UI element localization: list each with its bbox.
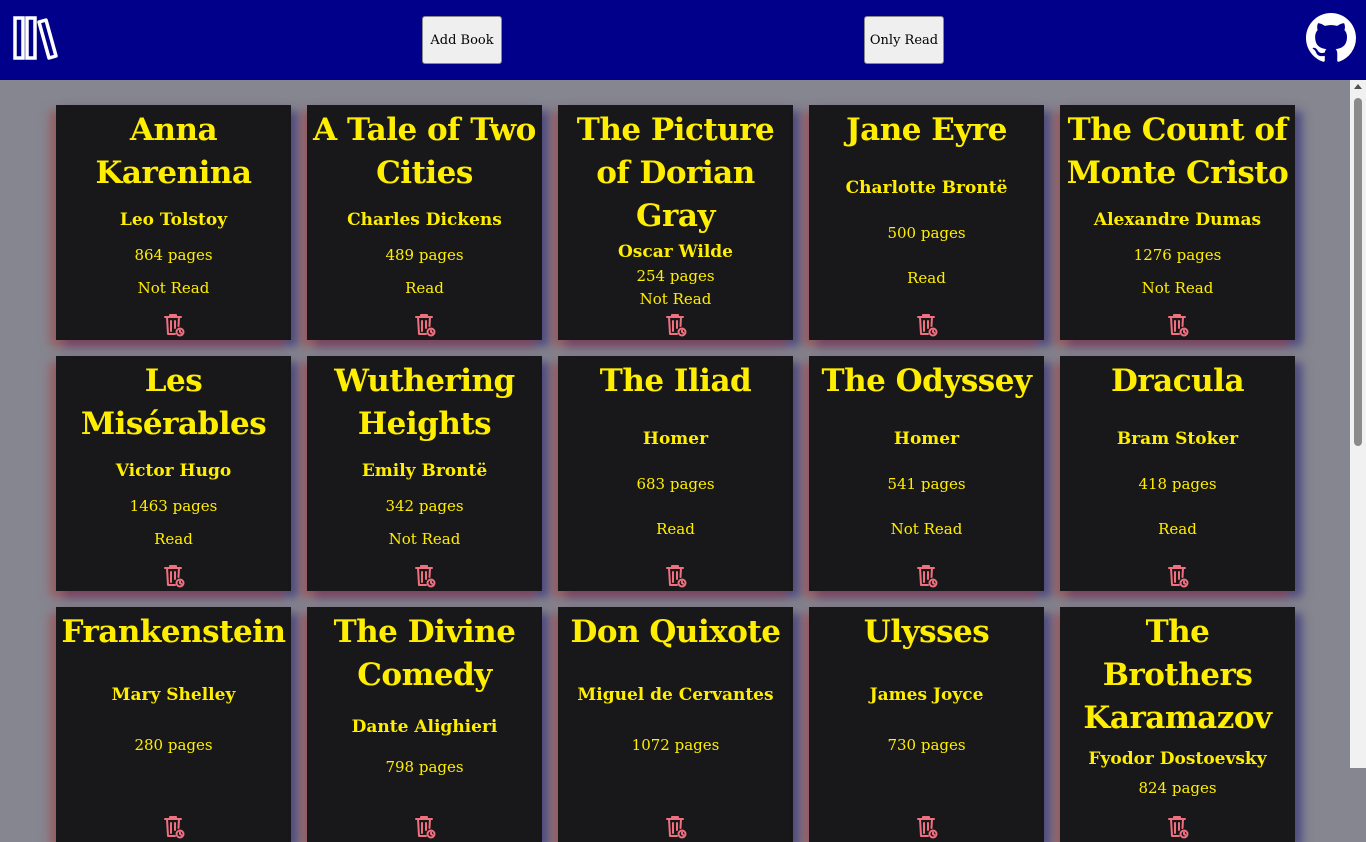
book-card: Don Quixote Miguel de Cervantes 1072 pages (558, 607, 793, 842)
book-title: Anna Karenina (95, 112, 252, 191)
trash-icon[interactable] (914, 312, 940, 338)
book-card: Les Misérables Victor Hugo 1463 pages Read (56, 356, 291, 591)
book-author: Bram Stoker (1116, 428, 1239, 449)
book-author: Charles Dickens (347, 209, 502, 230)
book-author: Leo Tolstoy (119, 209, 228, 230)
read-status-toggle[interactable]: Not Read (891, 519, 963, 539)
book-author: Miguel de Cervantes (577, 684, 774, 705)
read-status-toggle[interactable]: Read (154, 529, 193, 549)
book-card: The Picture of Dorian Gray Oscar Wilde 254… (558, 105, 793, 340)
book-card: The Count of Monte Cristo Alexandre Dumas… (1060, 105, 1295, 340)
book-card: Jane Eyre Charlotte Brontë 500 pages Read (809, 105, 1044, 340)
trash-icon[interactable] (412, 563, 438, 589)
book-pages: 1072 pages (631, 736, 720, 754)
book-card: Wuthering Heights Emily Brontë 342 pages No… (307, 356, 542, 591)
book-card: A Tale of Two Cities Charles Dickens 489 p… (307, 105, 542, 340)
read-status-toggle[interactable]: Not Read (640, 289, 712, 309)
book-author: James Joyce (869, 684, 984, 705)
book-title: Don Quixote (570, 614, 781, 650)
github-icon[interactable] (1306, 13, 1356, 63)
book-title: Ulysses (863, 614, 990, 650)
book-card: Anna Karenina Leo Tolstoy 864 pages Not Rea… (56, 105, 291, 340)
read-status-toggle[interactable]: Not Read (389, 529, 461, 549)
book-pages: 280 pages (134, 736, 213, 754)
trash-icon[interactable] (1165, 312, 1191, 338)
book-author: Dante Alighieri (351, 716, 498, 737)
book-author: Homer (642, 428, 709, 449)
scroll-thumb[interactable] (1354, 98, 1362, 446)
book-author: Emily Brontë (361, 460, 488, 481)
book-title: The Iliad (599, 363, 752, 399)
book-author: Mary Shelley (111, 684, 236, 705)
trash-icon[interactable] (161, 312, 187, 338)
book-card: Dracula Bram Stoker 418 pages Read (1060, 356, 1295, 591)
book-author: Alexandre Dumas (1093, 209, 1262, 230)
book-pages: 1463 pages (129, 496, 218, 515)
book-author: Charlotte Brontë (845, 177, 1008, 198)
trash-icon[interactable] (914, 814, 940, 840)
book-title: Dracula (1110, 363, 1245, 399)
book-card: Ulysses James Joyce 730 pages (809, 607, 1044, 842)
book-author: Oscar Wilde (617, 242, 734, 262)
book-title: The Brothers Karamazov (1083, 614, 1272, 736)
book-pages: 683 pages (636, 475, 715, 493)
book-pages: 824 pages (1138, 779, 1217, 797)
add-book-button[interactable]: Add Book (422, 16, 502, 64)
book-author: Fyodor Dostoevsky (1088, 749, 1267, 769)
trash-icon[interactable] (161, 814, 187, 840)
book-title: A Tale of Two Cities (313, 112, 536, 191)
read-status-toggle[interactable]: Read (405, 278, 444, 298)
book-card: The Brothers Karamazov Fyodor Dostoevsky 8… (1060, 607, 1295, 842)
read-status-toggle[interactable]: Not Read (1142, 278, 1214, 298)
book-card: The Divine Comedy Dante Alighieri 798 page… (307, 607, 542, 842)
trash-icon[interactable] (412, 814, 438, 840)
book-card: The Odyssey Homer 541 pages Not Read (809, 356, 1044, 591)
trash-icon[interactable] (914, 563, 940, 589)
vertical-scrollbar[interactable] (1350, 80, 1366, 768)
book-pages: 342 pages (385, 496, 464, 515)
book-grid: Anna Karenina Leo Tolstoy 864 pages Not Rea… (56, 105, 1295, 842)
read-status-toggle[interactable]: Read (907, 268, 946, 288)
book-card: Frankenstein Mary Shelley 280 pages (56, 607, 291, 842)
book-pages: 798 pages (385, 757, 464, 776)
trash-icon[interactable] (663, 563, 689, 589)
trash-icon[interactable] (663, 814, 689, 840)
book-pages: 254 pages (636, 267, 715, 285)
book-title: The Count of Monte Cristo (1066, 112, 1289, 191)
trash-icon[interactable] (663, 312, 689, 338)
read-status-toggle[interactable]: Read (1158, 519, 1197, 539)
book-pages: 489 pages (385, 245, 464, 264)
read-status-toggle[interactable]: Not Read (138, 278, 210, 298)
book-pages: 864 pages (134, 245, 213, 264)
book-title: Jane Eyre (845, 112, 1008, 148)
trash-icon[interactable] (1165, 563, 1191, 589)
book-card: The Iliad Homer 683 pages Read (558, 356, 793, 591)
book-pages: 541 pages (887, 475, 966, 493)
book-title: The Odyssey (821, 363, 1032, 399)
trash-icon[interactable] (1165, 814, 1191, 840)
book-title: Frankenstein (61, 614, 286, 650)
trash-icon[interactable] (412, 312, 438, 338)
book-title: Wuthering Heights (334, 363, 515, 442)
book-pages: 500 pages (887, 224, 966, 242)
book-pages: 418 pages (1138, 475, 1217, 493)
book-pages: 730 pages (887, 736, 966, 754)
book-author: Victor Hugo (115, 460, 232, 481)
top-bar: Add Book Only Read (0, 0, 1366, 80)
book-title: The Picture of Dorian Gray (576, 112, 775, 234)
trash-icon[interactable] (161, 563, 187, 589)
only-read-button[interactable]: Only Read (864, 16, 944, 64)
book-title: The Divine Comedy (333, 614, 516, 693)
books-logo-icon[interactable] (13, 16, 59, 60)
book-author: Homer (893, 428, 960, 449)
read-status-toggle[interactable]: Read (656, 519, 695, 539)
book-title: Les Misérables (80, 363, 267, 442)
book-pages: 1276 pages (1133, 245, 1222, 264)
scroll-up-arrow-icon[interactable] (1354, 84, 1362, 89)
